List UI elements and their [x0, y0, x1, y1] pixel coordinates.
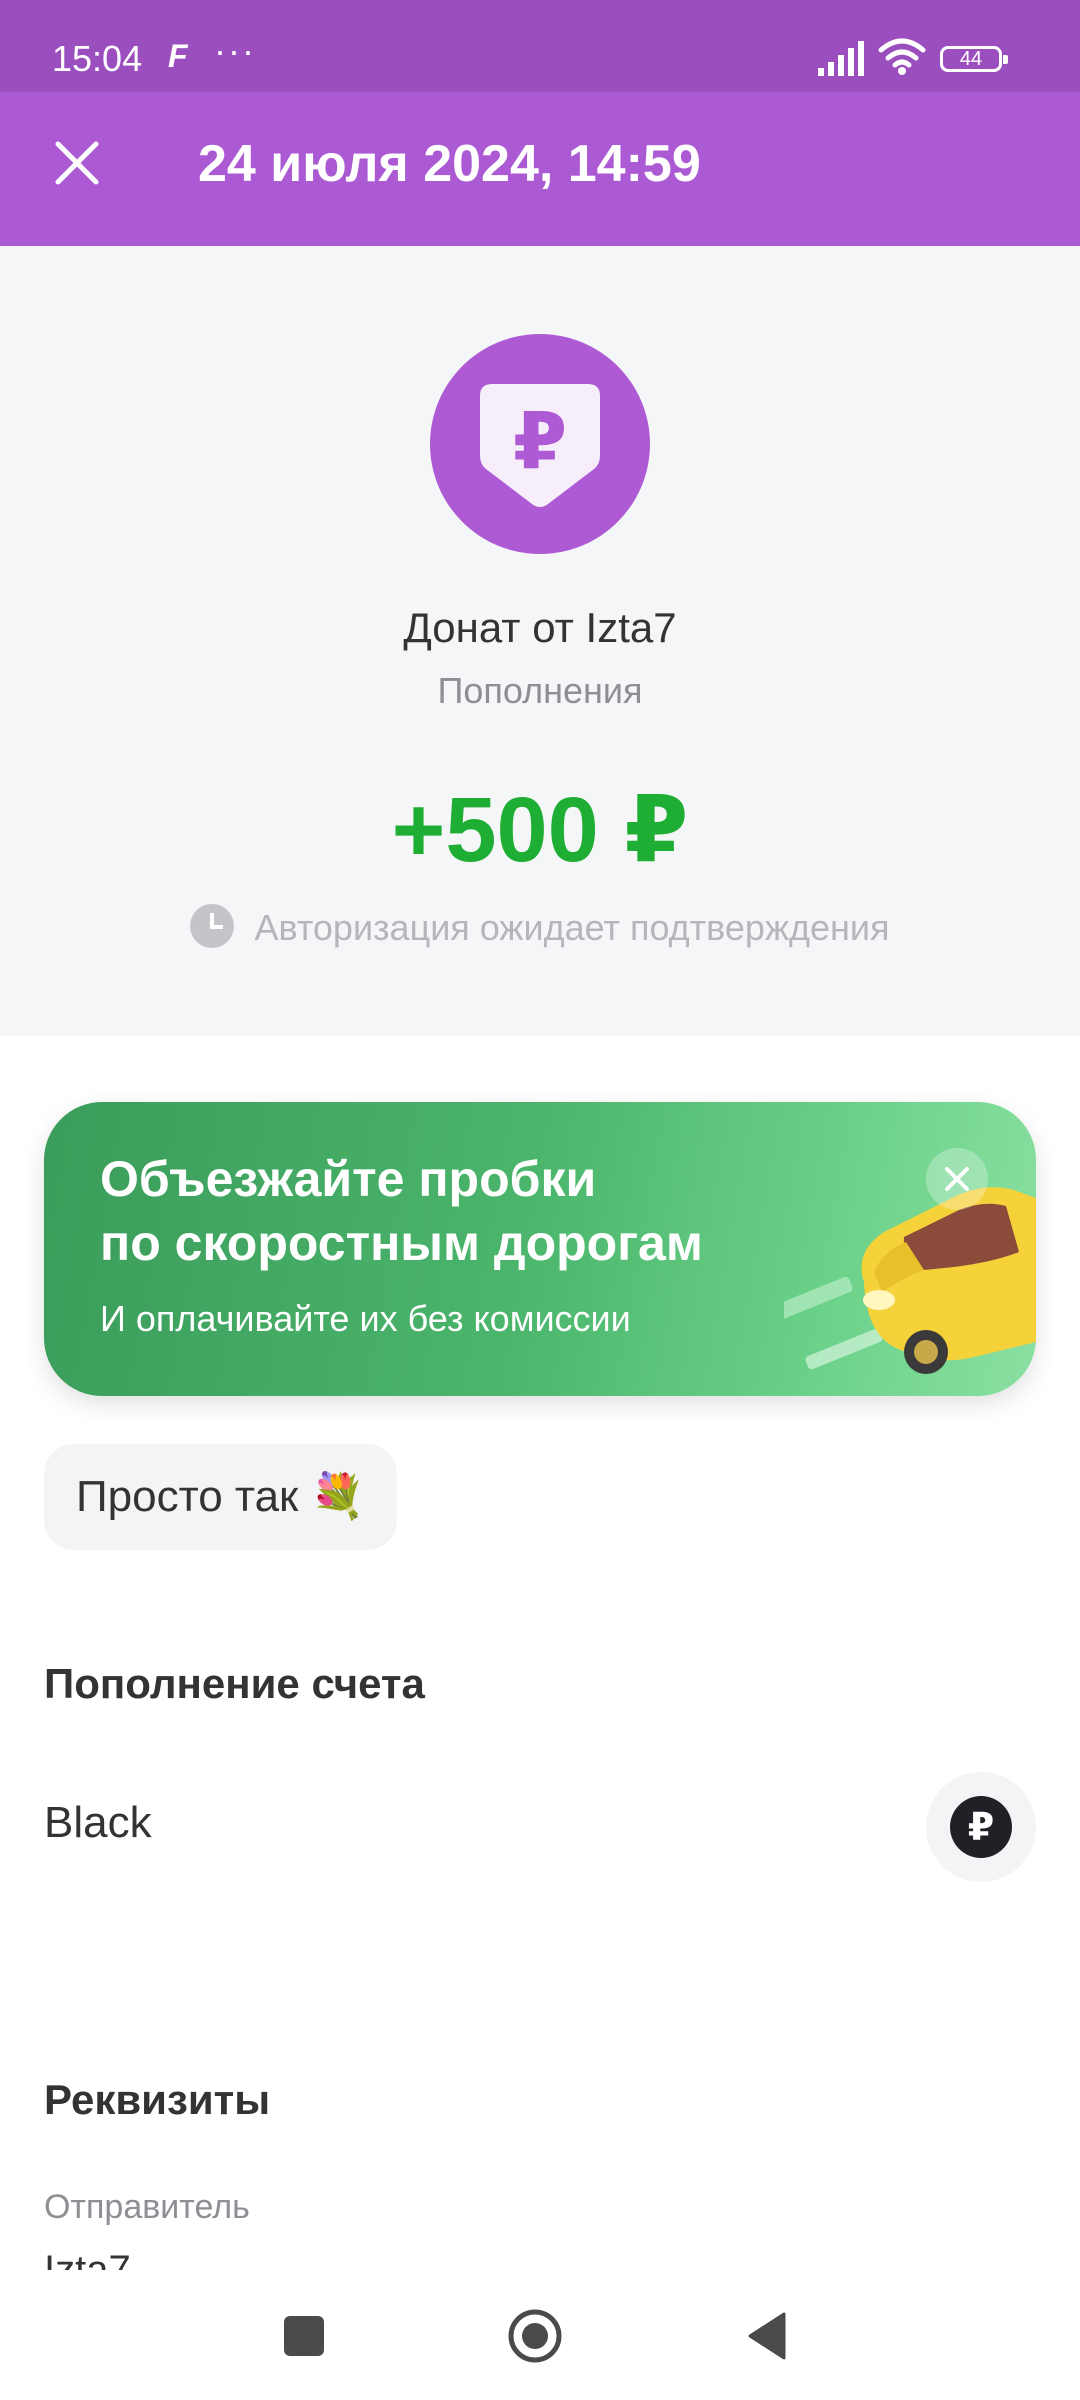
sender-label: Отправитель [44, 2188, 250, 2226]
close-icon [945, 1167, 969, 1191]
promo-subtitle: И оплачивайте их без комиссии [100, 1298, 631, 1339]
promo-title-line2: по скоростным дорогам [100, 1215, 703, 1271]
battery-level: 44 [959, 48, 983, 70]
account-section-title: Пополнение счета [44, 1660, 425, 1707]
battery-icon: 44 [940, 46, 1008, 72]
transaction-category: Пополнения [437, 670, 643, 711]
promo-close-button[interactable] [926, 1148, 988, 1210]
promo-title-line1: Объезжайте пробки [100, 1151, 597, 1207]
transfer-message: Просто так 💐 [44, 1444, 398, 1550]
ruble-icon: ₽ [950, 1796, 1012, 1858]
close-icon[interactable] [46, 132, 108, 194]
transaction-title: Донат от Izta7 [403, 604, 677, 651]
transaction-amount: +500 ₽ [391, 779, 689, 881]
signal-icon [818, 41, 864, 76]
page-title: 24 июля 2024, 14:59 [198, 135, 701, 193]
status-bar: 15:04 F ··· 44 [0, 0, 1080, 92]
transaction-icon: ₽ [430, 334, 650, 554]
ruble-tag-icon: ₽ [480, 384, 600, 507]
transaction-summary: ₽ Донат от Izta7 Пополнения +500 ₽ Автор… [0, 246, 1080, 1036]
wifi-icon [878, 38, 926, 75]
status-text: Авторизация ожидает подтверждения [254, 907, 890, 948]
status-time: 15:04 [52, 38, 143, 79]
account-name[interactable]: Black [44, 1798, 152, 1848]
transaction-status: Авторизация ожидает подтверждения [0, 904, 1080, 949]
svg-text:₽: ₽ [513, 397, 567, 487]
yellow-car-illustration [784, 1187, 1036, 1374]
system-nav-bar [0, 2270, 1080, 2400]
clock-icon [190, 904, 235, 948]
home-icon[interactable] [505, 2306, 565, 2366]
recent-apps-icon[interactable] [274, 2306, 334, 2366]
svg-text:₽: ₽ [968, 1805, 994, 1849]
app-bar: 24 июля 2024, 14:59 [0, 92, 1080, 246]
more-notifications-icon: ··· [214, 30, 256, 71]
sender-value: Izta7 [44, 2248, 131, 2270]
app-notification-icon: F [168, 38, 188, 74]
back-icon[interactable] [738, 2306, 798, 2366]
promo-banner[interactable]: Объезжайте пробки по скоростным дорогам … [44, 1102, 1036, 1396]
details-section-title: Реквизиты [44, 2076, 271, 2123]
account-icon-button[interactable]: ₽ [926, 1772, 1036, 1882]
